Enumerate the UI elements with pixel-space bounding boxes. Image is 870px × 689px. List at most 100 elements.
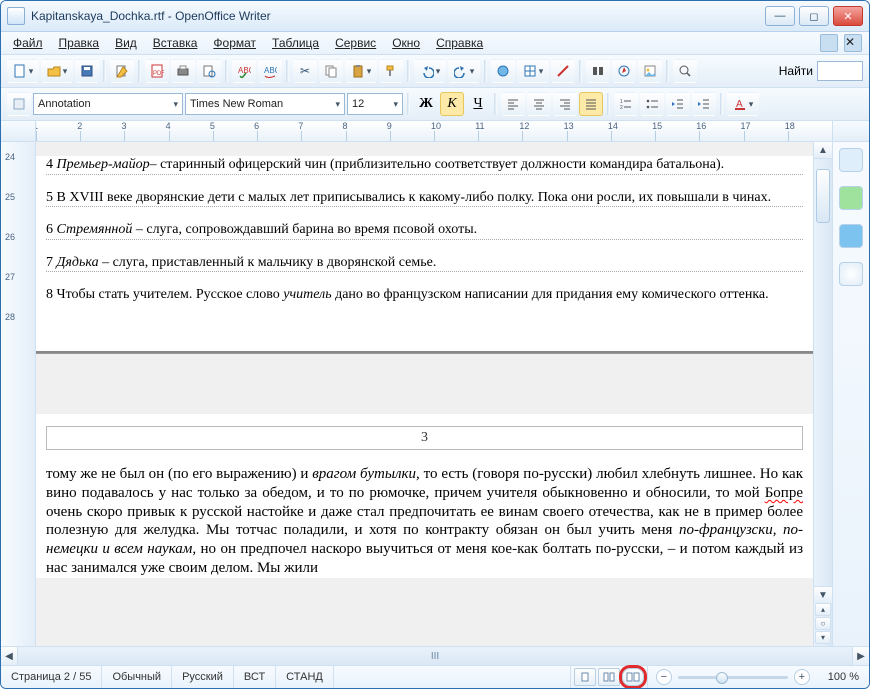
save-button[interactable] <box>75 59 99 83</box>
open-button[interactable] <box>41 59 73 83</box>
svg-text:2: 2 <box>620 105 623 111</box>
body-paragraph: тому же не был он (по его выражению) и в… <box>46 465 803 578</box>
menu-edit[interactable]: Правка <box>51 34 108 52</box>
svg-text:PDF: PDF <box>153 71 164 77</box>
page-number-header: 3 <box>46 426 803 450</box>
hscroll-left-button[interactable]: ◀ <box>1 647 18 665</box>
format-paint-button[interactable] <box>379 59 403 83</box>
status-selection-mode[interactable]: СТАНД <box>276 666 334 688</box>
app-window: Kapitanskaya_Dochka.rtf - OpenOffice Wri… <box>0 0 870 689</box>
paste-button[interactable] <box>345 59 377 83</box>
scroll-thumb[interactable] <box>816 169 830 223</box>
menu-help[interactable]: Справка <box>428 34 491 52</box>
menu-file[interactable]: Файл <box>5 34 51 52</box>
document-viewport[interactable]: 4 Премьер-майор– старинный офицерский чи… <box>36 142 813 646</box>
table-button[interactable] <box>517 59 549 83</box>
vertical-scrollbar[interactable]: ▲ ▼ ▴ ○ ▾ <box>813 142 832 646</box>
cut-button[interactable]: ✂ <box>293 59 317 83</box>
align-left-button[interactable] <box>501 92 525 116</box>
hscroll-right-button[interactable]: ▶ <box>852 647 869 665</box>
zoom-button[interactable] <box>673 59 697 83</box>
underline-button[interactable]: Ч <box>466 92 490 116</box>
align-justify-button[interactable] <box>579 92 603 116</box>
maximize-button[interactable]: ◻ <box>799 6 829 26</box>
spell-error-word: Бопре <box>765 485 803 501</box>
show-draw-button[interactable] <box>551 59 575 83</box>
align-right-button[interactable] <box>553 92 577 116</box>
styles-button[interactable] <box>7 92 31 116</box>
minimize-button[interactable]: — <box>765 6 795 26</box>
menu-table[interactable]: Таблица <box>264 34 327 52</box>
bold-button[interactable]: Ж <box>414 92 438 116</box>
sidebar-gallery-icon[interactable] <box>839 224 863 248</box>
prev-page-nav-button[interactable]: ▴ <box>815 603 831 616</box>
scroll-track[interactable] <box>814 159 832 586</box>
hyperlink-button[interactable] <box>491 59 515 83</box>
hscroll-track[interactable]: III <box>18 647 852 665</box>
page-current: 3 тому же не был он (по его выражению) и… <box>36 414 813 578</box>
paragraph-style-combo[interactable]: Annotation▾ <box>33 93 183 115</box>
footnote-6: 6 Стремянной – слуга, сопровождавший бар… <box>46 221 803 240</box>
print-button[interactable] <box>171 59 195 83</box>
zoom-out-button[interactable]: − <box>656 669 672 685</box>
copy-button[interactable] <box>319 59 343 83</box>
font-size-combo[interactable]: 12▾ <box>347 93 403 115</box>
edit-doc-button[interactable] <box>110 59 134 83</box>
ruler-corner <box>1 121 36 141</box>
zoom-slider[interactable] <box>678 676 788 679</box>
multi-page-view-button[interactable] <box>598 668 620 686</box>
book-view-button[interactable] <box>622 668 644 686</box>
zoom-in-button[interactable]: + <box>794 669 810 685</box>
new-doc-button[interactable] <box>7 59 39 83</box>
font-color-button[interactable]: A <box>727 92 759 116</box>
zoom-value[interactable]: 100 % <box>818 666 869 688</box>
single-page-view-button[interactable] <box>574 668 596 686</box>
horizontal-ruler[interactable]: 1 2 3 4 5 6 7 8 9 10 11 12 13 14 15 16 1… <box>36 121 832 141</box>
menu-insert[interactable]: Вставка <box>145 34 206 52</box>
status-language[interactable]: Русский <box>172 666 234 688</box>
increase-indent-button[interactable] <box>692 92 716 116</box>
scroll-up-button[interactable]: ▲ <box>814 142 832 159</box>
sidebar-navigator-icon[interactable] <box>839 262 863 286</box>
italic-button[interactable]: К <box>440 92 464 116</box>
update-icon[interactable] <box>820 34 838 52</box>
status-insert-mode[interactable]: ВСТ <box>234 666 276 688</box>
status-page-style[interactable]: Обычный <box>102 666 172 688</box>
sidebar-styles-icon[interactable] <box>839 186 863 210</box>
status-page[interactable]: Страница 2 / 55 <box>1 666 102 688</box>
navigator-button[interactable] <box>612 59 636 83</box>
horizontal-ruler-row: 1 2 3 4 5 6 7 8 9 10 11 12 13 14 15 16 1… <box>1 121 869 142</box>
export-pdf-button[interactable]: PDF <box>145 59 169 83</box>
horizontal-scrollbar[interactable]: ◀ III ▶ <box>1 646 869 665</box>
gallery-button[interactable] <box>638 59 662 83</box>
vertical-ruler[interactable]: 24 25 26 27 28 <box>1 142 36 646</box>
nav-mode-button[interactable]: ○ <box>815 617 831 630</box>
font-name-combo[interactable]: Times New Roman▾ <box>185 93 345 115</box>
svg-text:ABC: ABC <box>264 66 277 75</box>
sidebar-properties-icon[interactable] <box>839 148 863 172</box>
bulleted-list-button[interactable] <box>640 92 664 116</box>
next-page-nav-button[interactable]: ▾ <box>815 631 831 644</box>
close-button[interactable]: ✕ <box>833 6 863 26</box>
find-input[interactable] <box>817 61 863 81</box>
spellcheck-button[interactable]: ABC <box>232 59 256 83</box>
autospell-button[interactable]: ABC <box>258 59 282 83</box>
side-panel <box>832 142 869 646</box>
align-center-button[interactable] <box>527 92 551 116</box>
scroll-nav-buttons: ▴ ○ ▾ <box>815 603 831 646</box>
menu-window[interactable]: Окно <box>384 34 428 52</box>
doc-close-icon[interactable]: ✕ <box>844 34 862 52</box>
redo-button[interactable] <box>448 59 480 83</box>
undo-button[interactable] <box>414 59 446 83</box>
app-icon <box>7 7 25 25</box>
menu-view[interactable]: Вид <box>107 34 145 52</box>
scroll-down-button[interactable]: ▼ <box>814 586 832 603</box>
decrease-indent-button[interactable] <box>666 92 690 116</box>
print-preview-button[interactable] <box>197 59 221 83</box>
menu-format[interactable]: Формат <box>205 34 264 52</box>
numbered-list-button[interactable]: 12 <box>614 92 638 116</box>
menu-tools[interactable]: Сервис <box>327 34 384 52</box>
svg-text:ABC: ABC <box>238 66 251 75</box>
find-replace-button[interactable] <box>586 59 610 83</box>
zoom-slider-knob[interactable] <box>716 672 728 684</box>
